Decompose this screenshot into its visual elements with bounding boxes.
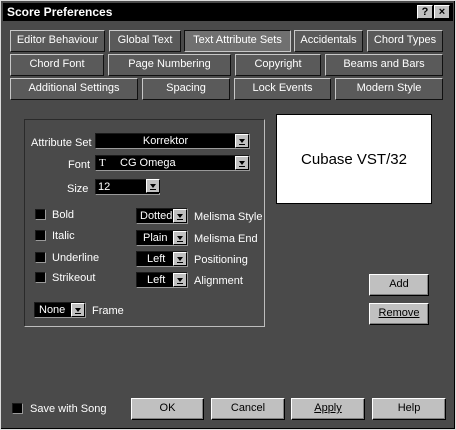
attribute-set-dropdown[interactable]: Korrektor [95,133,250,149]
dropdown-arrow-icon[interactable] [173,231,187,245]
cancel-button[interactable]: Cancel [211,398,285,420]
attribute-set-value: Korrektor [142,135,189,147]
dropdown-arrow-icon[interactable] [235,134,249,148]
score-preferences-window: Score Preferences ? × Editor Behaviour G… [0,0,456,430]
melisma-style-label: Melisma Style [194,211,263,223]
add-button-label: Add [389,278,409,290]
melisma-style-dropdown[interactable]: Dotted [136,208,188,224]
help-button[interactable]: Help [372,398,446,420]
window-title: Score Preferences [7,5,113,19]
title-bar: Score Preferences ? × [3,3,453,21]
bold-label: Bold [52,209,75,221]
bold-checkbox[interactable] [35,209,46,220]
remove-button-label: Remove [378,307,420,319]
dropdown-arrow-icon[interactable] [146,179,160,193]
tab-editor-behaviour[interactable]: Editor Behaviour [10,30,105,52]
dropdown-arrow-icon[interactable] [173,209,187,223]
font-dropdown[interactable]: T CG Omega [95,155,250,171]
dropdown-arrow-icon[interactable] [235,156,249,170]
ok-button-label: OK [159,402,176,414]
font-label: Font [68,159,91,171]
preview-text: Cubase VST/32 [301,151,407,168]
underline-label: Underline [52,252,100,264]
frame-label: Frame [92,305,124,317]
tab-copyright[interactable]: Copyright [235,54,321,76]
cancel-button-label: Cancel [230,402,266,414]
tab-modern-style[interactable]: Modern Style [335,78,443,100]
tab-beams-and-bars[interactable]: Beams and Bars [325,54,443,76]
tab-lock-events[interactable]: Lock Events [234,78,331,100]
font-preview-panel: Cubase VST/32 [276,114,432,204]
dropdown-arrow-icon[interactable] [173,252,187,266]
help-button-label: Help [397,402,421,414]
melisma-end-dropdown[interactable]: Plain [136,230,188,246]
tab-chord-font[interactable]: Chord Font [10,54,104,76]
apply-button-label: Apply [314,402,342,414]
save-with-song-checkbox[interactable] [12,403,23,414]
positioning-label: Positioning [194,254,248,266]
alignment-dropdown[interactable]: Left [136,272,188,288]
dropdown-arrow-icon[interactable] [173,273,187,287]
truetype-font-icon: T [99,157,106,169]
italic-checkbox[interactable] [35,230,46,241]
melisma-end-value: Plain [143,232,168,244]
underline-checkbox[interactable] [35,252,46,263]
help-title-button[interactable]: ? [417,5,433,19]
melisma-end-label: Melisma End [194,233,258,245]
italic-label: Italic [52,230,75,242]
size-value: 12 [98,181,111,193]
save-with-song-label: Save with Song [30,403,107,415]
dropdown-arrow-icon[interactable] [71,303,85,317]
alignment-label: Alignment [194,275,243,287]
frame-value: None [39,304,66,316]
add-button[interactable]: Add [369,274,429,296]
tab-global-text[interactable]: Global Text [109,30,181,52]
ok-button[interactable]: OK [131,398,204,420]
positioning-dropdown[interactable]: Left [136,251,188,267]
tab-spacing[interactable]: Spacing [142,78,230,100]
size-dropdown-button[interactable] [145,179,160,195]
strikeout-checkbox[interactable] [35,272,46,283]
apply-button[interactable]: Apply [291,398,365,420]
size-label: Size [67,183,89,195]
tab-chord-types[interactable]: Chord Types [367,30,443,52]
remove-button[interactable]: Remove [369,303,429,325]
font-value: CG Omega [120,157,176,169]
positioning-value: Left [147,253,166,265]
melisma-style-value: Dotted [140,210,173,222]
attribute-set-label: Attribute Set [31,137,92,149]
close-title-button[interactable]: × [434,5,450,19]
tab-page-numbering[interactable]: Page Numbering [108,54,231,76]
tab-accidentals[interactable]: Accidentals [294,30,363,52]
tab-additional-settings[interactable]: Additional Settings [10,78,138,100]
frame-dropdown[interactable]: None [34,302,86,318]
alignment-value: Left [147,274,166,286]
tab-text-attribute-sets[interactable]: Text Attribute Sets [184,30,291,52]
strikeout-label: Strikeout [52,272,96,284]
